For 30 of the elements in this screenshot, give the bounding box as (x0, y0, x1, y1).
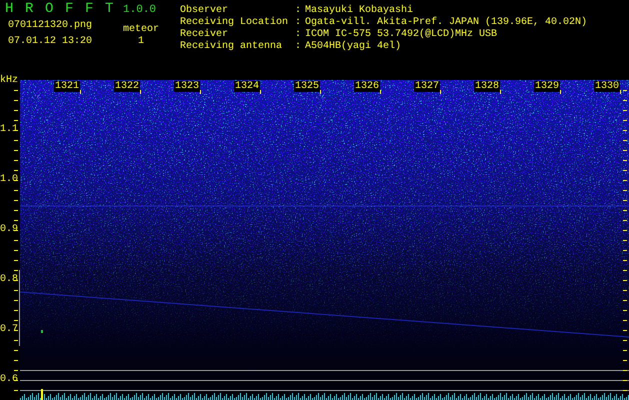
app-name: H R O F F T (5, 3, 116, 15)
time-label: 1322 (114, 81, 140, 92)
date-time: 07.01.12 13:20 (8, 36, 94, 48)
field-value: Masayuki Kobayashi (305, 5, 414, 16)
field-value: Ogata-vill. Akita-Pref. JAPAN (139.96E, 40.02N) (305, 17, 588, 28)
meteor-count: 1 (138, 36, 144, 48)
time-label: 1323 (174, 81, 200, 92)
time-label: 1325 (294, 81, 320, 92)
field-label: Observer (180, 5, 230, 16)
separator: : (295, 5, 302, 17)
meteor-label: meteor (122, 24, 159, 36)
field-value: ICOM IC-575 53.7492(@LCD)MHz USB (305, 29, 498, 40)
time-label: 1330 (594, 81, 620, 92)
field-label: Receiving Location (180, 17, 290, 28)
separator: : (295, 29, 302, 41)
field-value: A504HB(yagi 4el) (305, 41, 402, 53)
separator: : (295, 17, 302, 29)
field-label: Receiver (180, 29, 230, 40)
time-label: 1329 (534, 81, 560, 92)
axis-unit: kHz (0, 75, 18, 86)
app-version: 1.0.0 (123, 4, 156, 16)
time-label: 1328 (474, 81, 500, 92)
y-axis-label: 0.7 (0, 324, 18, 335)
time-label: 1327 (414, 81, 440, 92)
field-label: Receiving antenna (180, 41, 284, 53)
time-label: 1326 (354, 81, 380, 92)
time-label: 1321 (54, 81, 80, 92)
separator: : (295, 41, 302, 53)
file-name: 0701121320.png (8, 20, 94, 32)
time-label: 1324 (234, 81, 260, 92)
